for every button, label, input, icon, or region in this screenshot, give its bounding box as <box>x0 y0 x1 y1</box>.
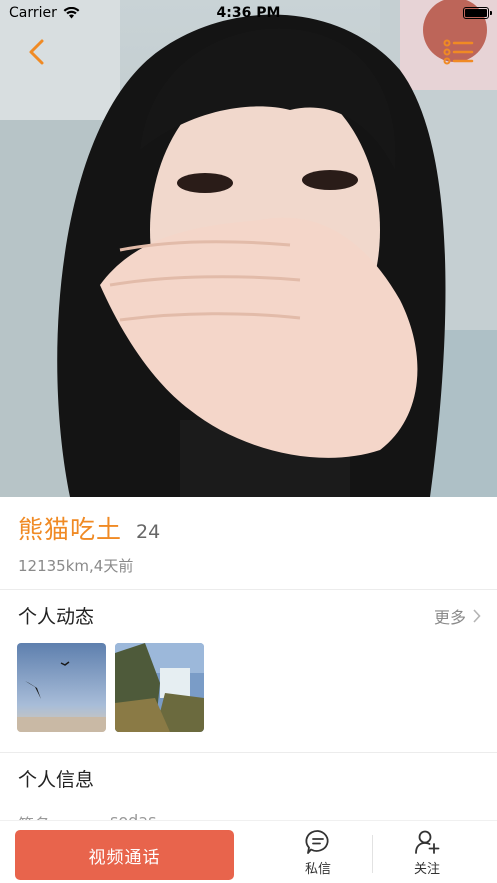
bird-in-sky-photo <box>17 643 106 732</box>
info-title: 个人信息 <box>18 769 95 791</box>
distance-time: 12135km,4天前 <box>18 557 134 575</box>
list-menu-icon <box>443 39 474 65</box>
status-time: 4:36 PM <box>216 5 281 21</box>
divider <box>372 835 373 873</box>
profile-header: 熊猫吃土 24 12135km,4天前 <box>0 497 497 589</box>
status-bar: Carrier 4:36 PM <box>0 0 497 26</box>
nickname: 熊猫吃土 <box>18 515 123 544</box>
more-menu-button[interactable] <box>440 34 476 70</box>
message-label: 私信 <box>304 862 331 877</box>
moments-title: 个人动态 <box>18 606 95 628</box>
moments-section: 个人动态 更多 <box>0 590 497 752</box>
chat-bubble-icon <box>305 830 329 854</box>
name-row: 熊猫吃土 24 <box>18 510 160 546</box>
chevron-left-icon <box>29 39 44 65</box>
chevron-right-icon <box>473 609 481 623</box>
age: 24 <box>136 521 161 543</box>
back-button[interactable] <box>22 36 54 68</box>
profile-photo-illustration <box>0 0 497 497</box>
profile-photo[interactable] <box>0 0 497 497</box>
message-button[interactable]: 私信 <box>288 829 348 877</box>
moments-more-link[interactable]: 更多 <box>434 604 481 628</box>
battery-icon <box>463 7 492 19</box>
waterfall-photo <box>115 643 204 732</box>
moment-thumbnail-waterfall[interactable] <box>115 643 204 732</box>
follow-button[interactable]: 关注 <box>397 829 457 877</box>
add-user-icon <box>415 830 440 854</box>
moment-thumbnail-bird[interactable] <box>17 643 106 732</box>
video-call-button[interactable]: 视频通话 <box>15 830 234 880</box>
more-label: 更多 <box>433 608 466 627</box>
follow-label: 关注 <box>413 862 440 877</box>
bottom-action-bar: 视频通话 私信 关注 <box>0 820 497 883</box>
